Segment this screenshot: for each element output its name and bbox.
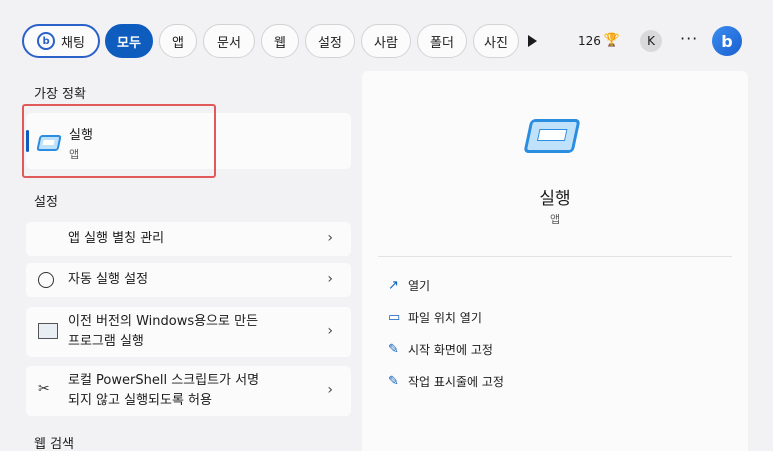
- setting-label: 자동 실행 설정: [68, 272, 149, 287]
- action-label: 열기: [408, 278, 431, 293]
- tab-documents[interactable]: 문서: [203, 24, 255, 58]
- tab-settings[interactable]: 설정: [305, 24, 355, 58]
- action-label: 파일 위치 열기: [408, 310, 482, 325]
- tab-apps[interactable]: 앱: [159, 24, 197, 58]
- chevron-right-icon: ›: [327, 382, 333, 398]
- tab-people[interactable]: 사람: [361, 24, 411, 58]
- trophy-icon: 🏆: [603, 33, 621, 48]
- rewards-points[interactable]: 126 🏆: [578, 33, 620, 48]
- detail-title: 실행: [539, 189, 571, 209]
- scroll-right-icon[interactable]: [528, 35, 537, 47]
- top-edge: [0, 0, 773, 8]
- action-pin-to-start[interactable]: ✎ 시작 화면에 고정: [388, 339, 493, 359]
- detail-panel: 실행 앱 ↗ 열기 ▭ 파일 위치 열기 ✎ 시작 화면에 고정 ✎ 작업 표시…: [362, 71, 748, 451]
- chat-label: 채팅: [61, 35, 85, 51]
- setting-label: 앱 실행 별칭 관리: [68, 231, 165, 246]
- pin-icon: ✎: [388, 341, 399, 357]
- filter-bar: b 채팅 모두 앱 문서 웹 설정 사람 폴더 사진 126 🏆 K ··· b: [22, 24, 767, 58]
- detail-subtitle: 앱: [549, 213, 561, 226]
- startup-icon: [38, 272, 54, 288]
- pin-icon: ✎: [388, 373, 399, 389]
- action-open-file-location[interactable]: ▭ 파일 위치 열기: [388, 307, 482, 327]
- chevron-right-icon: ›: [327, 271, 333, 287]
- tab-all[interactable]: 모두: [105, 24, 153, 58]
- highlight-box: [22, 104, 216, 178]
- settings-heading: 설정: [34, 195, 58, 210]
- setting-item-powershell[interactable]: ✂ 로컬 PowerShell 스크립트가 서명 되지 않고 실행되도록 허용 …: [26, 366, 351, 416]
- setting-label-line2: 되지 않고 실행되도록 허용: [68, 393, 212, 408]
- action-pin-to-taskbar[interactable]: ✎ 작업 표시줄에 고정: [388, 371, 504, 391]
- bing-icon[interactable]: b: [712, 26, 742, 56]
- chat-button[interactable]: b 채팅: [22, 24, 100, 58]
- points-value: 126: [578, 33, 601, 48]
- open-icon: ↗: [388, 277, 399, 293]
- chevron-right-icon: ›: [327, 230, 333, 246]
- more-options-icon[interactable]: ···: [680, 29, 698, 48]
- compatibility-icon: [38, 323, 58, 339]
- setting-item-startup[interactable]: 자동 실행 설정 ›: [26, 263, 351, 297]
- tab-folders[interactable]: 폴더: [417, 24, 467, 58]
- web-search-heading: 웹 검색: [34, 437, 75, 451]
- folder-icon: ▭: [388, 309, 401, 325]
- action-label: 작업 표시줄에 고정: [408, 374, 504, 389]
- setting-label-line2: 프로그램 실행: [68, 334, 144, 349]
- developer-tools-icon: ✂: [38, 381, 50, 397]
- best-match-heading: 가장 정확: [34, 87, 86, 102]
- divider: [378, 256, 732, 257]
- bing-chat-icon: b: [37, 32, 56, 50]
- action-open[interactable]: ↗ 열기: [388, 275, 430, 295]
- setting-item-app-alias[interactable]: 앱 실행 별칭 관리 ›: [26, 222, 351, 256]
- tab-web[interactable]: 웹: [261, 24, 299, 58]
- run-app-icon-large: [523, 119, 581, 153]
- setting-item-compatibility[interactable]: 이전 버전의 Windows용으로 만든 프로그램 실행 ›: [26, 307, 351, 357]
- chevron-right-icon: ›: [327, 323, 333, 339]
- avatar[interactable]: K: [640, 30, 662, 52]
- tab-photos[interactable]: 사진: [473, 24, 519, 58]
- action-label: 시작 화면에 고정: [408, 342, 493, 357]
